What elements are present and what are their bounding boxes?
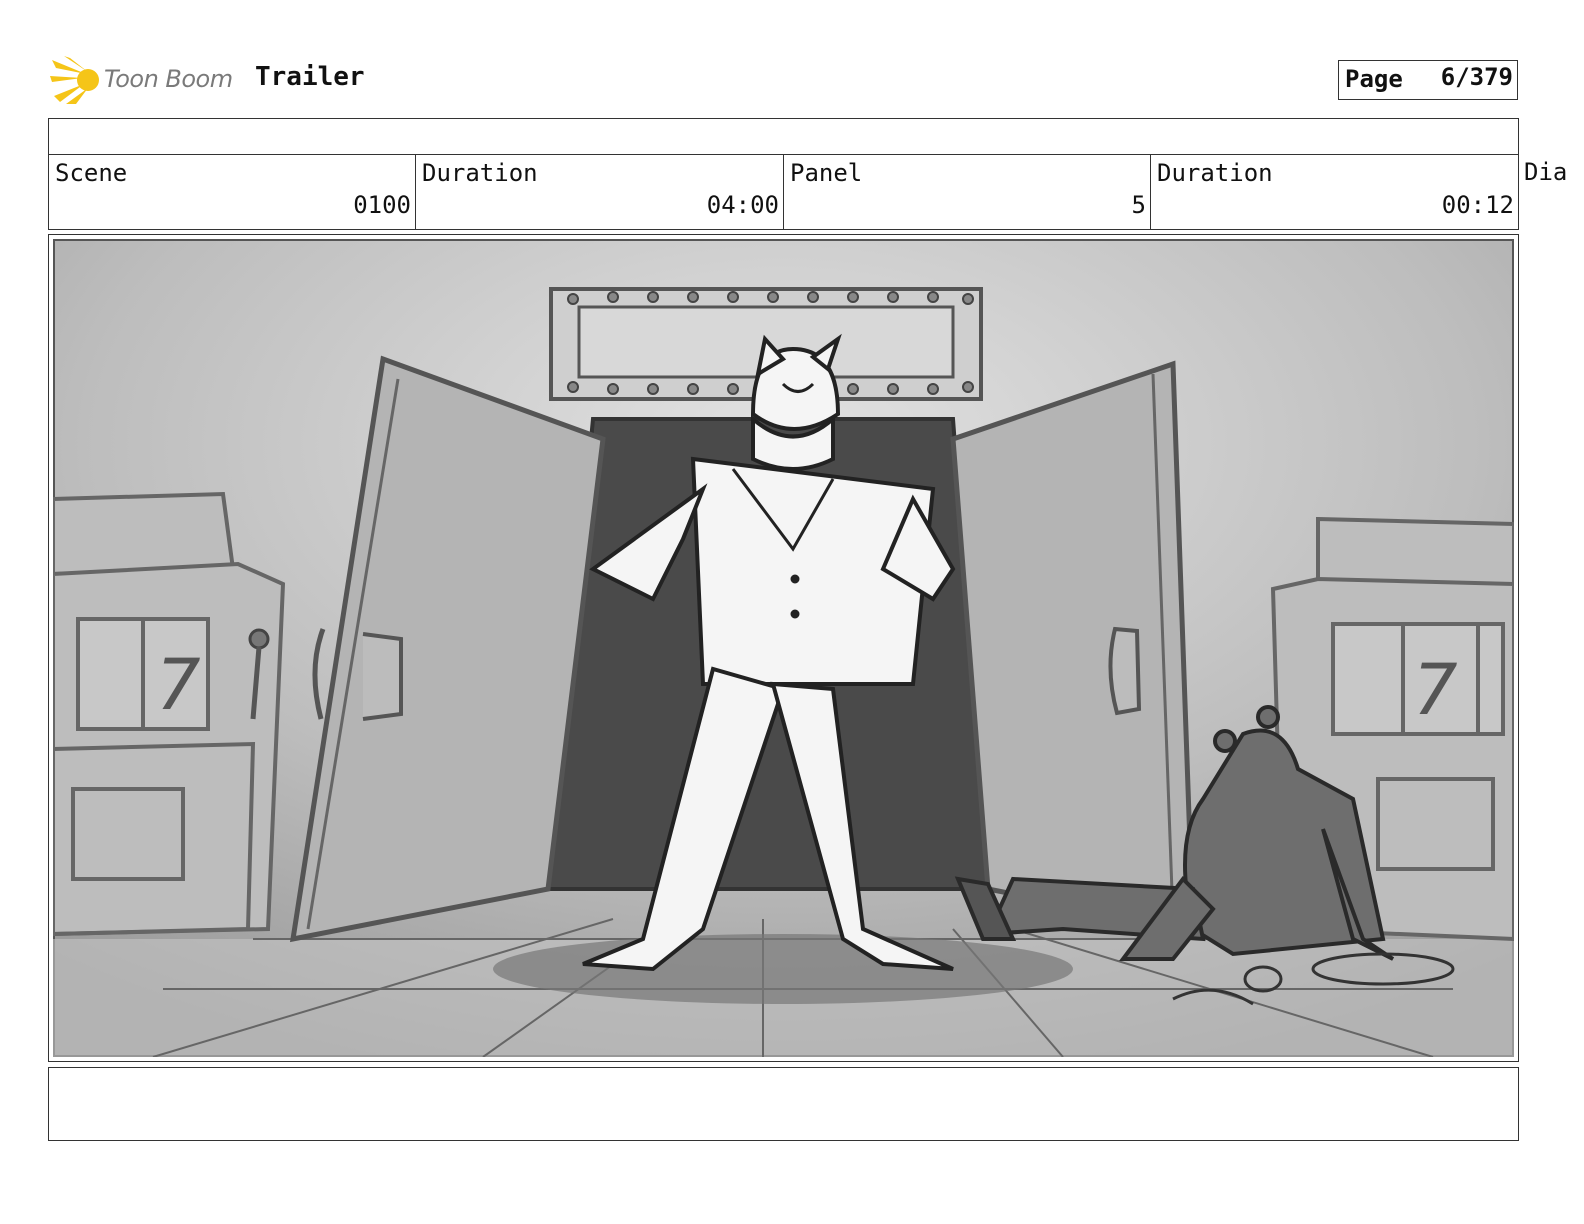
panel-value: 5	[1131, 191, 1146, 219]
dialog-label: Dia	[1524, 158, 1568, 186]
svg-text:7: 7	[1413, 649, 1458, 731]
scene-value: 0100	[353, 191, 411, 219]
panel-label: Panel	[790, 159, 863, 187]
scene-duration-value: 04:00	[706, 191, 779, 219]
action-notes-box	[48, 1067, 1519, 1141]
scene-info-row: Scene 0100 Duration 04:00 Panel 5 Durati…	[48, 154, 1584, 230]
page-indicator: Page 6/379	[1338, 60, 1518, 100]
header-blank-row	[48, 118, 1519, 155]
scene-label: Scene	[55, 159, 128, 187]
scene-duration-label: Duration	[422, 159, 538, 187]
storyboard-panel: 7 7	[48, 234, 1519, 1062]
toon-boom-burst-icon	[50, 56, 99, 104]
panel-cell: Panel 5	[783, 154, 1151, 230]
scene-duration-cell: Duration 04:00	[415, 154, 784, 230]
storyboard-sketch-image: 7 7	[53, 239, 1514, 1057]
scene-cell: Scene 0100	[48, 154, 416, 230]
toon-boom-logo: Toon Boom	[50, 56, 240, 106]
page-label: Page	[1345, 65, 1403, 93]
dialog-cell: Dia	[1518, 154, 1584, 230]
page-number: 6/379	[1440, 63, 1513, 91]
panel-duration-cell: Duration 00:12	[1150, 154, 1519, 230]
project-title: Trailer	[255, 62, 365, 92]
panel-duration-value: 00:12	[1441, 191, 1514, 219]
panel-duration-label: Duration	[1157, 159, 1273, 187]
svg-text:7: 7	[156, 644, 201, 726]
logo-text: Toon Boom	[104, 65, 233, 93]
